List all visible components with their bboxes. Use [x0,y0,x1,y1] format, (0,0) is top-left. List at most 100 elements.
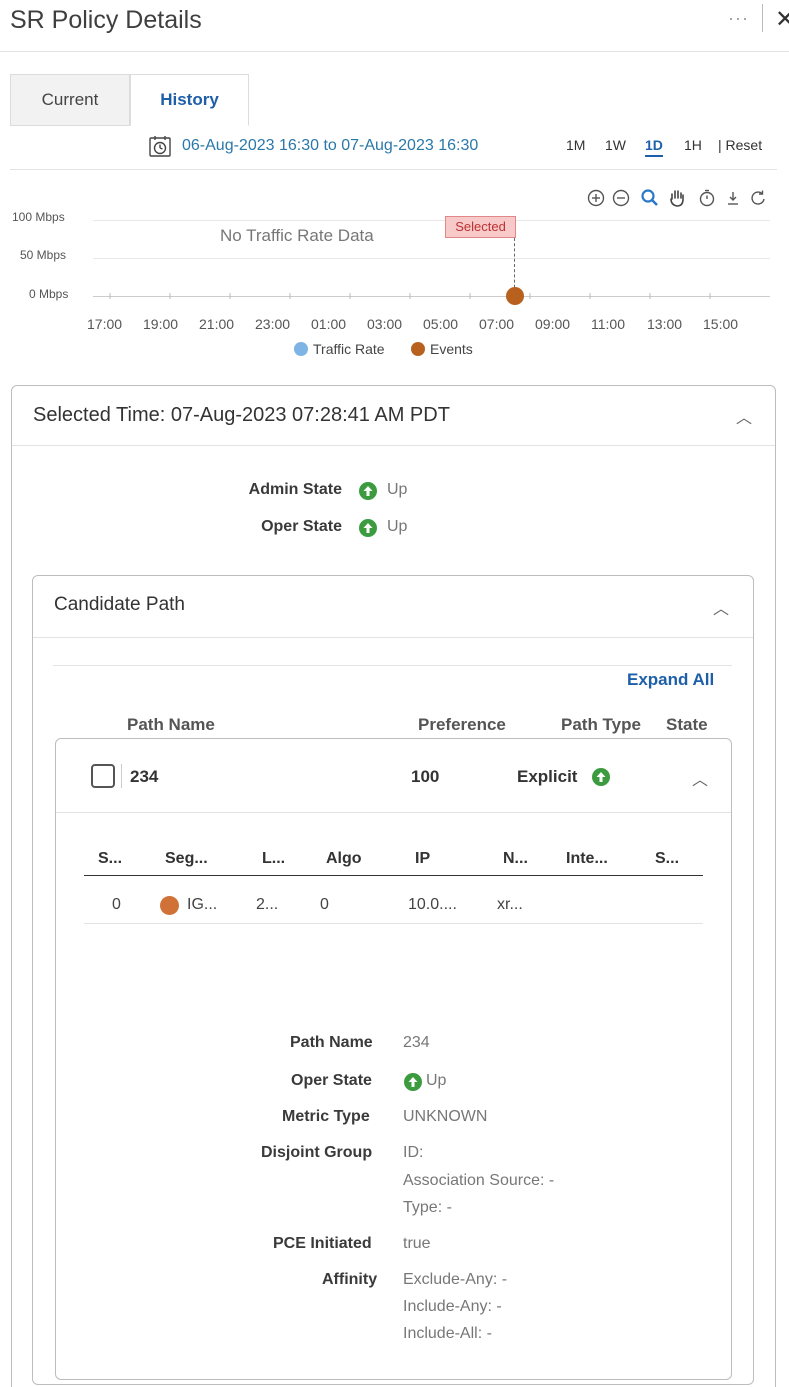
legend-traffic-label: Traffic Rate [313,341,385,357]
legend-events-label: Events [430,341,473,357]
y-tick-label: 100 Mbps [12,210,65,224]
x-axis-ticks [109,293,711,299]
close-icon[interactable]: ✕ [775,5,789,34]
detail-affinity-label: Affinity [322,1271,378,1288]
admin-state-value: Up [387,481,408,498]
y-tick-label: 50 Mbps [20,248,67,262]
segment-column-header[interactable]: Inte... [566,850,608,868]
oper-state-value: Up [387,518,408,535]
tab-current[interactable]: Current [10,74,130,126]
segment-column-header[interactable]: S... [655,850,679,868]
preference-cell: 100 [411,767,440,786]
collapse-chevron-icon[interactable]: ︿ [736,404,752,428]
refresh-icon[interactable] [748,188,768,208]
y-tick-label: 0 Mbps [29,287,69,301]
event-point[interactable] [506,287,524,305]
detail-oper-state-value: Up [426,1072,447,1089]
x-tick-label: 23:00 [255,316,291,332]
grid-line [93,220,770,221]
detail-disjoint-source: Association Source: - [403,1172,555,1189]
date-range-link[interactable]: 06-Aug-2023 16:30 to 07-Aug-2023 16:30 [182,137,478,155]
tab-history[interactable]: History [130,74,249,126]
status-up-icon [592,768,610,786]
magnify-icon[interactable] [640,188,660,208]
column-header-state[interactable]: State [666,715,708,735]
range-1m-button[interactable]: 1M [566,137,585,153]
detail-disjoint-id: ID: [403,1144,424,1161]
zoom-out-icon[interactable] [611,188,631,208]
segment-column-header[interactable]: Seg... [165,850,208,868]
reset-button[interactable]: | Reset [718,137,762,153]
x-tick-label: 13:00 [647,316,683,332]
legend-traffic-dot [294,342,308,356]
card-header-divider [12,445,775,446]
range-1d-button[interactable]: 1D [645,137,663,157]
detail-affinity-exclude: Exclude-Any: - [403,1271,508,1288]
range-1h-button[interactable]: 1H [684,137,702,153]
segment-column-header[interactable]: S... [98,850,122,868]
segment-column-header[interactable]: IP [415,850,430,868]
detail-disjoint-type: Type: - [403,1199,452,1216]
calendar-clock-icon[interactable] [148,134,172,158]
toolbar-divider [53,665,732,666]
x-tick-label: 17:00 [87,316,123,332]
detail-disjoint-group-label: Disjoint Group [261,1144,373,1161]
x-tick-label: 05:00 [423,316,459,332]
detail-affinity-include-any: Include-Any: - [403,1298,502,1315]
legend-events[interactable]: Events [411,341,473,357]
column-header-path-name[interactable]: Path Name [127,715,215,735]
header-divider [762,4,763,32]
oper-state-label: Oper State [261,518,342,535]
pan-hand-icon[interactable] [667,188,687,208]
path-type-cell: Explicit [517,767,578,786]
zoom-in-icon[interactable] [586,188,606,208]
status-up-icon [404,1073,422,1091]
column-header-preference[interactable]: Preference [418,715,506,735]
grid-line [93,258,770,259]
detail-oper-state-label: Oper State [291,1072,372,1089]
download-icon[interactable] [723,188,743,208]
detail-pce-initiated-label: PCE Initiated [273,1235,372,1252]
collapse-chevron-icon[interactable]: ︿ [692,766,708,790]
segment-column-header[interactable]: Algo [326,850,362,868]
x-tick-label: 07:00 [479,316,515,332]
checkbox-divider [121,764,122,788]
detail-metric-type-value: UNKNOWN [403,1108,488,1125]
segment-column-header[interactable]: N... [503,850,528,868]
card-header-divider [33,637,753,638]
x-tick-label: 11:00 [591,316,625,332]
timer-icon[interactable] [697,188,717,208]
segment-row-divider [84,923,703,924]
segment-type-dot [160,896,179,915]
panel-divider [10,169,777,170]
segment-cell: 2... [256,896,279,913]
segment-cell: IG... [187,896,218,913]
range-1w-button[interactable]: 1W [605,137,626,153]
x-tick-label: 19:00 [143,316,179,332]
legend-traffic-rate[interactable]: Traffic Rate [294,341,385,357]
more-options-icon[interactable]: ··· [728,8,749,29]
detail-affinity-include-all: Include-All: - [403,1325,492,1342]
admin-state-label: Admin State [248,481,342,498]
selected-marker-label: Selected [445,216,516,238]
selected-marker-line [514,238,515,293]
detail-pce-initiated-value: true [403,1235,431,1252]
column-header-path-type[interactable]: Path Type [561,715,641,735]
segment-header-divider [84,875,703,876]
status-up-icon [359,519,377,537]
segment-cell: 0 [112,896,121,913]
expand-all-link[interactable]: Expand All [627,670,714,690]
legend-events-dot [411,342,425,356]
collapse-chevron-icon[interactable]: ︿ [713,595,729,619]
x-tick-label: 21:00 [199,316,235,332]
no-data-message: No Traffic Rate Data [220,226,374,245]
selected-time-title: Selected Time: 07-Aug-2023 07:28:41 AM P… [33,404,450,426]
path-name-cell: 234 [130,767,159,786]
page-title: SR Policy Details [10,6,202,34]
segment-cell: 0 [320,896,329,913]
path-select-checkbox[interactable] [91,764,115,788]
candidate-path-title: Candidate Path [54,594,185,615]
x-tick-label: 15:00 [703,316,739,332]
segment-cell: xr... [497,896,523,913]
segment-column-header[interactable]: L... [262,850,285,868]
